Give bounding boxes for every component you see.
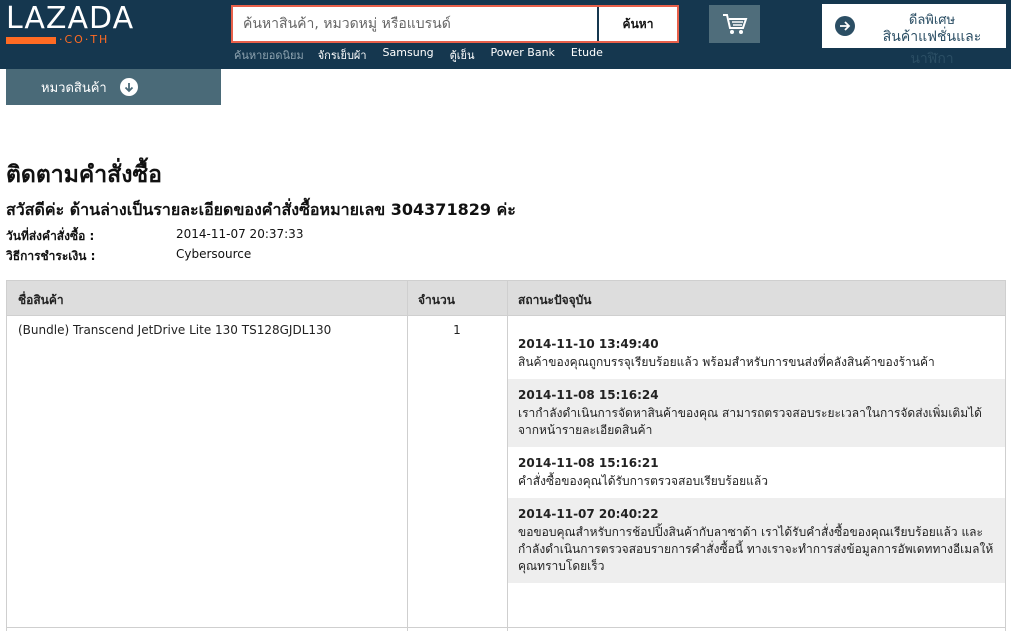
column-header-quantity: จำนวน (418, 293, 455, 307)
order-date-value: 2014-11-07 20:37:33 (176, 227, 304, 241)
status-text: เรากำลังดำเนินการจัดหาสินค้าของคุณ สามาร… (518, 406, 982, 437)
status-time: 2014-11-08 15:16:21 (518, 456, 659, 470)
search-bar: ค้นหา (231, 5, 679, 43)
search-button[interactable]: ค้นหา (597, 7, 677, 41)
status-list: 2014-11-10 13:49:40 สินค้าของคุณถูกบรรจุ… (508, 328, 1005, 583)
status-item: 2014-11-08 15:16:21 คำสั่งซื้อของคุณได้ร… (508, 447, 1005, 498)
status-text: คำสั่งซื้อของคุณได้รับการตรวจสอบเรียบร้อ… (518, 474, 768, 488)
status-item: 2014-11-07 20:40:22 ขอขอบคุณสำหรับการช้อ… (508, 498, 1005, 583)
table-bottom-border (7, 627, 1005, 628)
popular-searches: ค้นหายอดนิยม จักรเย็บผ้า Samsung ตู้เย็น… (234, 46, 619, 62)
status-item: 2014-11-10 13:49:40 สินค้าของคุณถูกบรรจุ… (508, 328, 1005, 379)
page-title: ติดตามคำสั่งซื้อ (6, 162, 162, 188)
popular-link[interactable]: Samsung (383, 46, 434, 62)
arrow-right-circle-icon (835, 16, 855, 36)
status-item: 2014-11-08 15:16:24 เรากำลังดำเนินการจัด… (508, 379, 1005, 447)
popular-link[interactable]: Power Bank (491, 46, 555, 62)
table-header: ชื่อสินค้า จำนวน สถานะปัจจุบัน (7, 280, 1005, 316)
order-date-label: วันที่ส่งคำสั่งซื้อ : (6, 229, 95, 243)
popular-label: ค้นหายอดนิยม (234, 49, 304, 62)
promo-subtitle: สินค้าแฟชั่นและนาฬิกา (882, 29, 982, 67)
status-time: 2014-11-07 20:40:22 (518, 507, 659, 521)
popular-link[interactable]: จักรเย็บผ้า (318, 46, 367, 62)
search-input[interactable] (233, 7, 597, 41)
status-text: สินค้าของคุณถูกบรรจุเรียบร้อยแล้ว พร้อมส… (518, 355, 935, 369)
logo-wordmark: LAZADA (6, 1, 135, 36)
promo-banner[interactable]: ดีลพิเศษ สินค้าแฟชั่นและนาฬิกา (822, 4, 1006, 67)
logo-accent-bar (6, 37, 56, 44)
logo-domain: ·CO·TH (59, 33, 110, 46)
cart-icon (722, 14, 747, 34)
cart-button[interactable] (709, 5, 760, 43)
category-menu-button[interactable]: หมวดสินค้า (6, 69, 221, 105)
popular-link[interactable]: Etude (571, 46, 603, 62)
category-label: หมวดสินค้า (41, 80, 107, 96)
column-header-status: สถานะปัจจุบัน (518, 293, 592, 307)
site-header: LAZADA ·CO·TH ค้นหา ดีลพิเศษ สินค้าแฟชั่… (0, 0, 1011, 69)
payment-label: วิธีการชำระเงิน : (6, 249, 96, 263)
status-time: 2014-11-08 15:16:24 (518, 388, 659, 402)
payment-value: Cybersource (176, 247, 252, 261)
arrow-down-circle-icon (119, 78, 138, 96)
order-status-table: ชื่อสินค้า จำนวน สถานะปัจจุบัน (Bundle) … (6, 280, 1006, 631)
popular-link[interactable]: ตู้เย็น (450, 46, 475, 62)
product-quantity: 1 (453, 323, 461, 337)
column-header-product: ชื่อสินค้า (18, 293, 64, 307)
order-greeting: สวัสดีค่ะ ด้านล่างเป็นรายละเอียดของคำสั่… (6, 200, 516, 219)
status-time: 2014-11-10 13:49:40 (518, 337, 659, 351)
product-name: (Bundle) Transcend JetDrive Lite 130 TS1… (18, 323, 332, 337)
lazada-logo[interactable]: LAZADA ·CO·TH (6, 1, 135, 48)
status-text: ขอขอบคุณสำหรับการช้อปปิ้งสินค้ากับลาซาด้… (518, 525, 994, 573)
